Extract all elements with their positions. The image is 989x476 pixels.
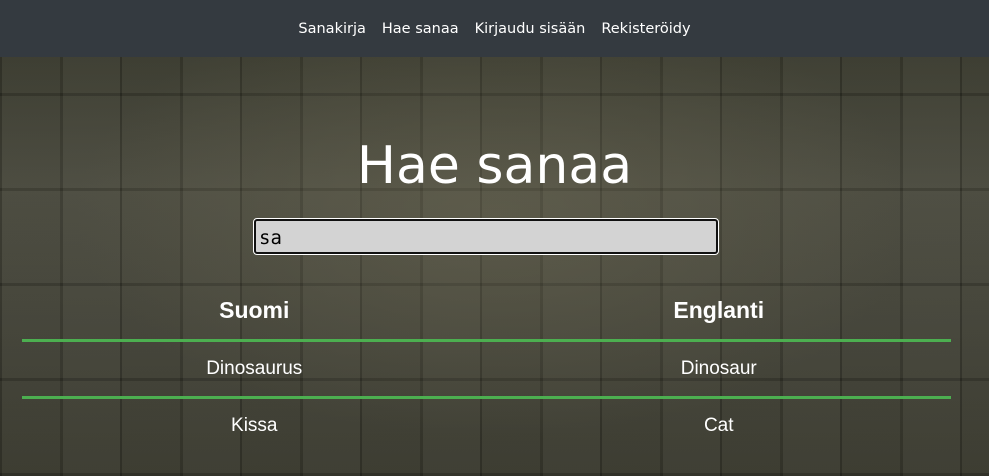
nav-link-sanakirja[interactable]: Sanakirja (298, 21, 365, 37)
table-header-row: Suomi Englanti (22, 277, 951, 342)
results-table: Suomi Englanti Dinosaurus Dinosaur Kissa… (22, 277, 951, 453)
cell-finnish: Kissa (231, 415, 278, 436)
table-row: Kissa Cat (22, 398, 951, 454)
cell-english: Dinosaur (486, 340, 951, 399)
nav-link-hae-sanaa[interactable]: Hae sanaa (382, 21, 459, 37)
page-title: Hae sanaa (356, 136, 633, 196)
cell-english: Cat (703, 415, 734, 436)
nav-link-rekisteroidy[interactable]: Rekisteröidy (601, 21, 690, 37)
column-header-englanti: Englanti (486, 277, 951, 342)
table-row: Dinosaurus Dinosaur (22, 340, 951, 399)
top-navbar: Sanakirja Hae sanaa Kirjaudu sisään Reki… (0, 0, 989, 57)
cell-finnish: Dinosaurus (22, 340, 487, 399)
column-header-suomi: Suomi (22, 277, 487, 342)
nav-link-kirjaudu[interactable]: Kirjaudu sisään (475, 21, 586, 37)
search-input[interactable] (253, 218, 719, 255)
